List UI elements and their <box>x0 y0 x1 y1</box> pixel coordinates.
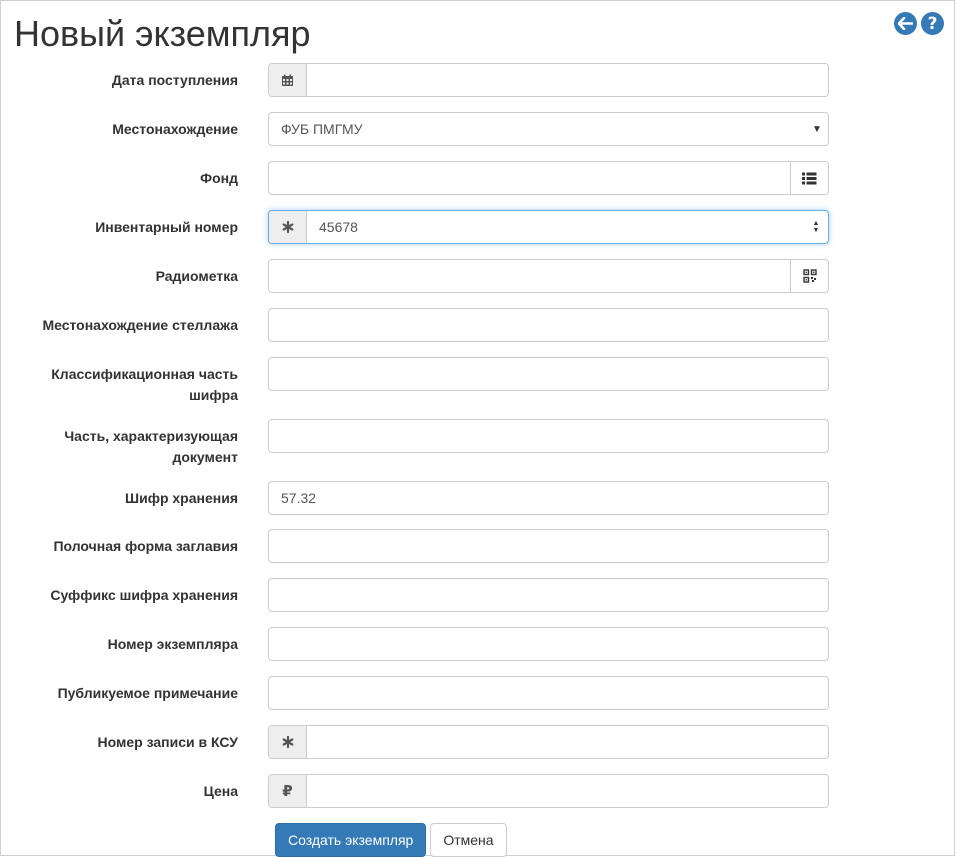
ksu-label: Номер записи в КСУ <box>97 734 238 750</box>
page-title: Новый экземпляр <box>14 13 311 54</box>
storage-suffix-input[interactable] <box>269 579 828 611</box>
price-input[interactable] <box>307 775 828 807</box>
help-icon[interactable]: ? <box>921 12 944 35</box>
location-selected-value: ФУБ ПМГМУ <box>281 121 363 137</box>
calendar-icon[interactable] <box>269 64 307 96</box>
location-label: Местонахождение <box>112 121 238 137</box>
shelf-control <box>268 308 829 342</box>
form-actions: Создать экземпляр Отмена <box>275 823 507 857</box>
price-control: ₽ <box>268 774 829 808</box>
storage-code-control <box>268 481 829 515</box>
number-spinner-icon[interactable]: ▲ ▼ <box>804 211 828 243</box>
public-note-input[interactable] <box>269 677 828 709</box>
docpart-label: Часть, характеризующая документ <box>64 428 238 465</box>
shelf-title-label: Полочная форма заглавия <box>53 538 238 554</box>
price-label: Цена <box>203 783 238 799</box>
rfid-input[interactable] <box>269 260 790 292</box>
qrcode-icon[interactable] <box>790 260 828 292</box>
date-label: Дата поступления <box>111 72 238 88</box>
caret-down-icon: ▼ <box>812 123 822 135</box>
ksu-control <box>268 725 829 759</box>
top-actions: ? <box>894 12 944 35</box>
rfid-label: Радиометка <box>155 268 238 284</box>
inventory-label: Инвентарный номер <box>95 219 238 235</box>
document-part-input[interactable] <box>269 420 828 452</box>
fund-control <box>268 161 829 195</box>
list-icon[interactable] <box>790 162 828 194</box>
ksu-record-input[interactable] <box>307 726 828 758</box>
copy-number-input[interactable] <box>269 628 828 660</box>
suffix-label: Суффикс шифра хранения <box>50 587 238 603</box>
asterisk-icon <box>269 211 307 243</box>
cancel-button[interactable]: Отмена <box>430 823 507 857</box>
asterisk-icon <box>269 726 307 758</box>
shelf-title-control <box>268 529 829 563</box>
class-control <box>268 357 829 391</box>
public-note-control <box>268 676 829 710</box>
docpart-control <box>268 419 829 453</box>
shelf-location-input[interactable] <box>269 309 828 341</box>
storage-code-label: Шифр хранения <box>125 490 238 506</box>
date-input[interactable] <box>307 64 828 96</box>
create-copy-button[interactable]: Создать экземпляр <box>275 823 427 857</box>
fund-input[interactable] <box>269 162 790 194</box>
storage-code-input[interactable] <box>269 482 828 514</box>
class-label: Классификационная часть шифра <box>51 366 238 403</box>
back-icon[interactable] <box>894 12 917 35</box>
classification-input[interactable] <box>269 358 828 390</box>
ruble-icon: ₽ <box>269 775 307 807</box>
public-note-label: Публикуемое примечание <box>57 685 238 701</box>
location-select[interactable]: ФУБ ПМГМУ ▼ <box>268 112 829 146</box>
inventory-control: ▲▼ <box>268 210 829 244</box>
shelf-label: Местонахождение стеллажа <box>42 317 238 333</box>
copy-number-label: Номер экземпляра <box>107 636 238 652</box>
suffix-control <box>268 578 829 612</box>
date-control <box>268 63 829 97</box>
shelf-title-input[interactable] <box>269 530 828 562</box>
inventory-number-input[interactable] <box>307 211 804 243</box>
fund-label: Фонд <box>200 170 238 186</box>
rfid-control <box>268 259 829 293</box>
copy-number-control <box>268 627 829 661</box>
